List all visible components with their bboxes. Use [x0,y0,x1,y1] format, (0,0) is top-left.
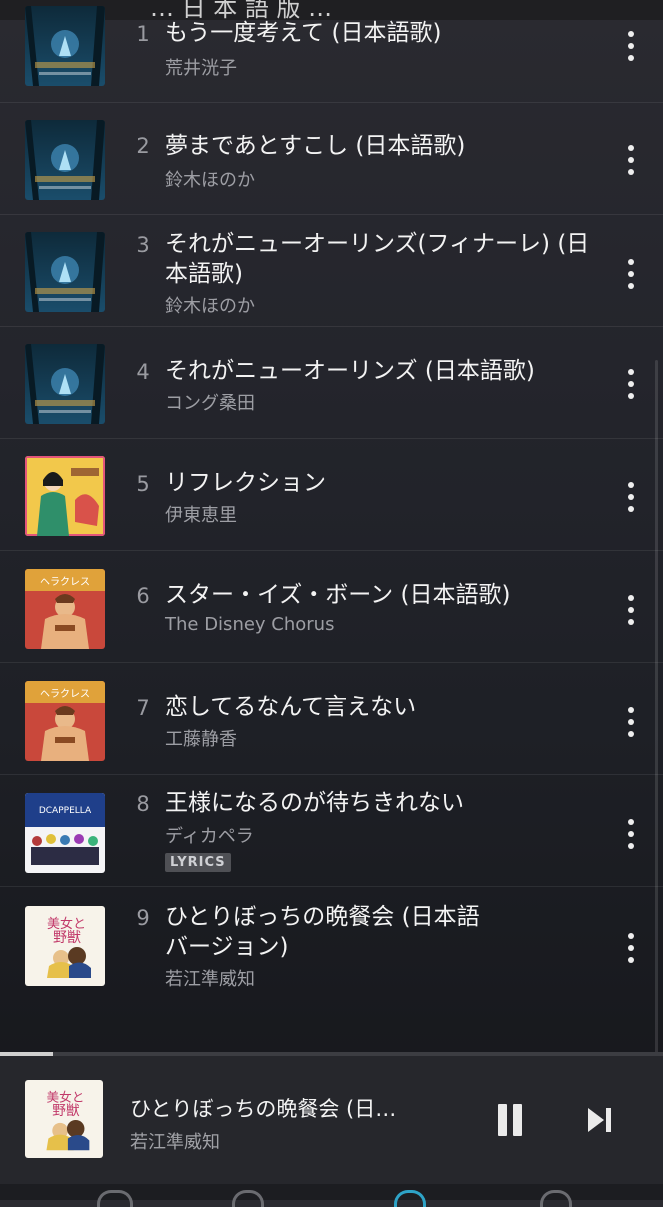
track-artist: 鈴木ほのか [165,170,255,191]
track-artist: コング桑田 [165,393,255,414]
track-number: 1 [136,22,150,46]
now-playing-artist[interactable]: 若江準威知 [130,1128,220,1154]
scrollbar[interactable] [655,360,658,1060]
row-divider [0,774,663,775]
svg-text:ヘラクレス: ヘラクレス [40,576,90,588]
track-row[interactable]: 3 それがニューオーリンズ(フィナーレ) (日本語歌) 鈴木ほのか [0,216,663,327]
home-icon[interactable] [97,1190,133,1207]
radio-icon[interactable] [394,1190,426,1207]
row-divider [0,886,663,887]
track-row[interactable]: 5 リフレクション 伊東恵里 [0,440,663,551]
track-number: 6 [136,584,150,608]
track-title: もう一度考えて (日本語歌) [165,20,442,46]
track-title: 夢まであとすこし (日本語歌) [165,133,466,159]
track-number: 9 [136,906,150,930]
album-art-hercules: ヘラクレス [25,681,105,761]
album-art-princess-frog [25,120,105,200]
now-playing-album-art: 美女と 野獣 [25,1080,103,1158]
track-row[interactable]: ヘラクレス 6 スター・イズ・ボーン (日本語歌) The Disney Cho… [0,552,663,663]
track-row[interactable]: ヘラクレス 7 恋してるなんて言えない 工藤静香 [0,664,663,775]
album-art-dcappella: DCAPPELLA [25,793,105,873]
track-artist: 鈴木ほのか [165,296,255,317]
track-row[interactable]: DCAPPELLA 8 王様になるのが待ちきれない ディカペラ LYRICS [0,776,663,887]
track-title: 王様になるのが待ちきれない [165,790,464,816]
track-title: リフレクション [165,470,326,496]
album-art-princess-frog [25,344,105,424]
track-title: ひとりぼっちの晩餐会 (日本語バージョン) [165,904,480,960]
bottom-navigation [0,1184,663,1207]
search-icon[interactable] [232,1190,264,1207]
track-title: 恋してるなんて言えない [165,694,417,720]
row-divider [0,550,663,551]
album-art-beauty-beast: 美女と 野獣 [25,906,105,986]
svg-text:DCAPPELLA: DCAPPELLA [39,806,92,816]
skip-next-icon[interactable] [582,1104,616,1136]
album-art-hercules: ヘラクレス [25,569,105,649]
playback-progress-fill [0,1052,54,1056]
row-divider [0,662,663,663]
more-vertical-icon[interactable] [618,140,644,180]
more-vertical-icon[interactable] [618,254,644,294]
track-artist: 荒井洸子 [165,58,237,79]
track-row[interactable]: 2 夢まであとすこし (日本語歌) 鈴木ほのか [0,104,663,215]
track-title: それがニューオーリンズ(フィナーレ) (日本語歌) [165,231,590,287]
album-art-princess-frog [25,6,105,86]
track-number: 3 [136,233,150,257]
track-row[interactable]: 4 それがニューオーリンズ (日本語歌) コング桑田 [0,328,663,439]
svg-text:ヘラクレス: ヘラクレス [40,688,90,700]
row-divider [0,214,663,215]
row-divider [0,438,663,439]
track-row[interactable]: 1 もう一度考えて (日本語歌) 荒井洸子 [0,0,663,103]
track-number: 5 [136,472,150,496]
track-row[interactable]: 美女と 野獣 9 ひとりぼっちの晩餐会 (日本語バージョン) 若江準威知 [0,888,663,999]
more-vertical-icon[interactable] [618,364,644,404]
more-vertical-icon[interactable] [618,26,644,66]
track-artist: The Disney Chorus [165,614,335,635]
track-number: 2 [136,134,150,158]
pause-icon[interactable] [493,1104,527,1136]
now-playing-title[interactable]: ひとりぼっちの晩餐会 (日… [130,1093,450,1123]
track-artist: ディカペラ [165,826,254,847]
more-vertical-icon[interactable] [618,477,644,517]
svg-text:野獣: 野獣 [53,930,81,946]
more-vertical-icon[interactable] [618,590,644,630]
more-vertical-icon[interactable] [618,928,644,968]
playback-progress[interactable] [0,1052,663,1056]
more-vertical-icon[interactable] [618,702,644,742]
more-vertical-icon[interactable] [618,814,644,854]
track-artist: 工藤静香 [165,729,237,750]
track-title: それがニューオーリンズ (日本語歌) [165,358,535,384]
track-number: 8 [136,792,150,816]
now-playing-bar[interactable]: 美女と 野獣 ひとりぼっちの晩餐会 (日… 若江準威知 [0,1052,663,1200]
track-artist: 伊東恵里 [165,505,237,526]
row-divider [0,326,663,327]
lyrics-badge: LYRICS [165,853,231,872]
svg-text:野獣: 野獣 [52,1103,80,1119]
track-number: 7 [136,696,150,720]
track-artist: 若江準威知 [165,969,255,990]
row-divider [0,102,663,103]
album-art-mulan [25,456,105,536]
track-number: 4 [136,360,150,384]
library-icon[interactable] [540,1190,572,1207]
album-art-princess-frog [25,232,105,312]
track-title: スター・イズ・ボーン (日本語歌) [165,582,511,608]
